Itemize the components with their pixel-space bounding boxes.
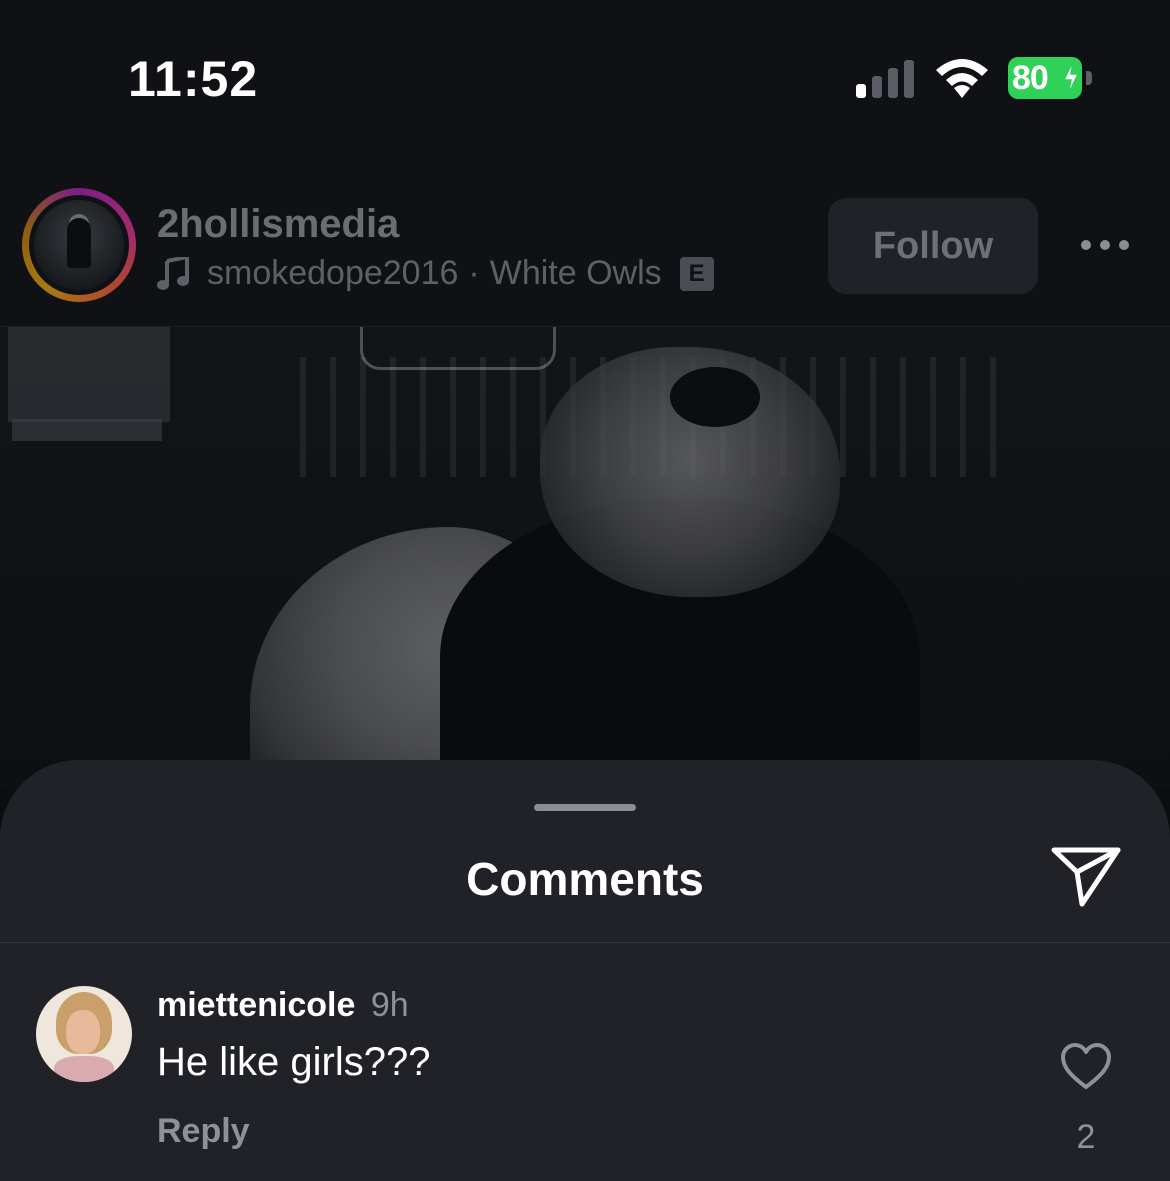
share-icon[interactable]	[1050, 844, 1122, 908]
video-preview[interactable]	[0, 327, 1170, 787]
post-username[interactable]: 2hollismedia	[157, 202, 399, 247]
wifi-icon	[936, 59, 988, 98]
comment-text: He like girls???	[157, 1040, 431, 1084]
avatar-image	[34, 200, 124, 290]
explicit-badge: E	[679, 256, 714, 291]
comment-username[interactable]: miettenicole	[157, 986, 355, 1024]
like-count: 2	[1076, 1118, 1096, 1156]
reply-button[interactable]: Reply	[157, 1112, 250, 1151]
battery-percent: 80	[1012, 59, 1049, 97]
more-options-icon[interactable]	[1080, 238, 1130, 252]
charging-bolt-icon	[1062, 61, 1080, 95]
comments-sheet: Comments miettenicole 9h He like girls??…	[0, 760, 1170, 1181]
story-avatar[interactable]	[22, 188, 136, 302]
battery-icon: 80	[1008, 57, 1092, 99]
post-header: 2hollismedia smokedope2016 · White Owls …	[0, 150, 1170, 327]
signal-icon	[856, 60, 914, 98]
sheet-divider	[0, 942, 1170, 943]
audio-separator: ·	[468, 254, 480, 292]
comment-time: 9h	[370, 986, 409, 1024]
music-note-icon	[157, 256, 189, 290]
comment-username-line: miettenicole 9h	[157, 986, 409, 1025]
audio-track: White Owls	[489, 254, 662, 292]
heart-icon[interactable]	[1060, 1042, 1112, 1090]
follow-button[interactable]: Follow	[828, 198, 1038, 294]
sheet-grabber[interactable]	[534, 804, 636, 811]
status-time: 11:52	[128, 51, 259, 107]
audio-artist: smokedope2016	[207, 254, 459, 292]
sheet-title: Comments	[466, 853, 704, 905]
status-bar: 11:52 80	[0, 0, 1170, 150]
audio-info[interactable]: smokedope2016 · White Owls E	[157, 254, 714, 293]
comment-avatar[interactable]	[36, 986, 132, 1082]
